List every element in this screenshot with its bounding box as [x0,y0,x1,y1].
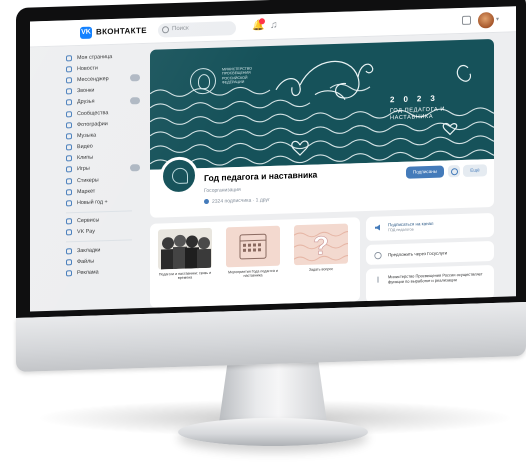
link-card[interactable]: Мероприятия Года педагога и наставника [226,225,280,279]
game-icon [66,166,72,173]
cover-title: ГОД ПЕДАГОГА И НАСТАВНИКА [390,106,445,122]
menu-divider [66,239,132,243]
menu-item-new-year[interactable]: Новый год + [66,195,146,209]
brand-name[interactable]: ВКОНТАКТЕ [96,26,147,37]
search-input[interactable]: Поиск [158,21,236,38]
menu-item-label: VK Pay [77,228,95,236]
market-icon [66,189,72,196]
menu-item-vk-pay[interactable]: VK Pay [66,225,146,239]
link-thumbnail: ? [294,223,348,266]
ministry-name: МИНИСТЕРСТВО ПРОСВЕЩЕНИЯ РОССИЙСКОЙ ФЕДЕ… [222,66,252,85]
message-icon [66,77,72,84]
link-title: Педагоги и наставники: связь и времена [158,270,212,281]
grid-icon[interactable] [462,15,471,25]
cover-year: 2023 [390,93,444,105]
clips-icon [66,155,72,162]
menu-item-label: Маркет [77,188,96,195]
menu-item-label: Видео [77,143,93,151]
community-cover: МИНИСТЕРСТВО ПРОСВЕЩЕНИЯ РОССИЙСКОЙ ФЕДЕ… [150,38,494,170]
community-status: Госорганизация [204,186,241,195]
menu-item-label: Новости [77,65,98,72]
community-avatar[interactable] [160,156,198,196]
menu-item-label: Файлы [77,258,95,265]
friends-icon [66,99,72,106]
suggest-widget[interactable]: Предложить через Госуслуги [366,240,494,266]
menu-item-label: Мессенджер [77,76,109,84]
community-name: Год педагога и наставника [204,169,318,184]
monitor-stand-base [178,418,368,446]
notify-subtitle: ГОД педагогов [388,227,414,233]
screen: VK ВКОНТАКТЕ Поиск 🔔 ♫ ▾ Моя страница Но… [30,6,516,312]
services-icon [66,218,72,225]
link-thumbnail [158,227,212,270]
friends-icon [204,198,209,205]
notification-badge [259,18,265,25]
menu-item-label: Музыка [77,132,97,139]
search-icon [162,26,169,34]
pay-icon [66,229,72,236]
bookmark-icon [66,247,72,255]
user-icon [66,54,72,62]
svg-text:?: ? [313,230,329,260]
wave-pattern [150,60,494,167]
counter-badge [130,74,140,82]
menu-item-label: Друзья [77,98,95,106]
subscriber-count[interactable]: 2324 подписчика · 1 друг [204,197,270,205]
menu-item-label: Реклама [77,269,99,277]
music-icon[interactable]: ♫ [270,20,278,32]
post-text: Министерство Просвещения России осуществ… [388,271,483,285]
phone-icon [66,88,72,95]
menu-item-label: Игры [77,166,90,173]
vk-logo[interactable]: VK [80,26,92,39]
menu-divider [66,209,132,214]
link-title: Мероприятия Года педагога и наставника [228,268,278,279]
more-button[interactable]: Ещё [463,164,487,177]
ads-icon [66,270,72,277]
link-card[interactable]: ? Задать вопрос [294,223,348,273]
notify-title: Подписаться на канал [388,220,434,228]
music-icon [66,133,72,140]
suggest-text: Предложить через Госуслуги [388,250,448,258]
counter-badge [130,96,140,105]
menu-item-label: Сервисы [77,217,100,225]
menu-item-label: Закладки [77,246,101,254]
menu-item-label: Сообщества [77,109,109,117]
menu-item-ads[interactable]: Реклама [66,265,146,279]
menu-item-label: Стикеры [77,177,99,184]
monitor-bezel: VK ВКОНТАКТЕ Поиск 🔔 ♫ ▾ Моя страница Но… [16,0,526,319]
group-icon [66,110,72,117]
sticker-icon [66,177,72,185]
photo-icon [66,121,72,129]
menu-item-label: Звонки [77,87,95,95]
menu-item-label: Моя страница [77,53,113,61]
post-preview[interactable]: Министерство Просвещения России осуществ… [366,264,494,304]
menu-item-label: Фотографии [77,120,108,128]
left-menu: Моя страница Новости Мессенджер Звонки Д… [66,50,146,279]
notify-widget[interactable]: Подписаться на канал ГОД педагогов [366,212,494,242]
chevron-down-icon[interactable]: ▾ [496,16,499,23]
gosuslugi-icon [374,252,382,260]
links-block: Педагоги и наставники: связь и времена М… [150,217,360,308]
gift-icon [66,200,72,207]
subscriber-count-text: 2324 подписчика · 1 друг [212,197,270,205]
news-icon [66,66,72,73]
menu-item-label: Клипы [77,154,94,162]
file-icon [66,259,72,266]
counter-badge [130,163,140,172]
message-button[interactable] [448,165,460,178]
menu-item-label: Новый год + [77,199,108,207]
link-title: Задать вопрос [308,267,334,272]
monitor: VK ВКОНТАКТЕ Поиск 🔔 ♫ ▾ Моя страница Но… [16,0,526,374]
link-card[interactable]: Педагоги и наставники: связь и времена [158,227,212,281]
pin-icon [377,276,379,283]
link-thumbnail [226,225,280,268]
avatar[interactable] [478,11,494,29]
community-header: Год педагога и наставника Госорганизация… [150,156,494,218]
megaphone-icon [375,224,380,231]
search-placeholder: Поиск [172,25,189,33]
subscribed-button[interactable]: Подписаны [406,165,444,179]
video-icon [66,144,72,151]
